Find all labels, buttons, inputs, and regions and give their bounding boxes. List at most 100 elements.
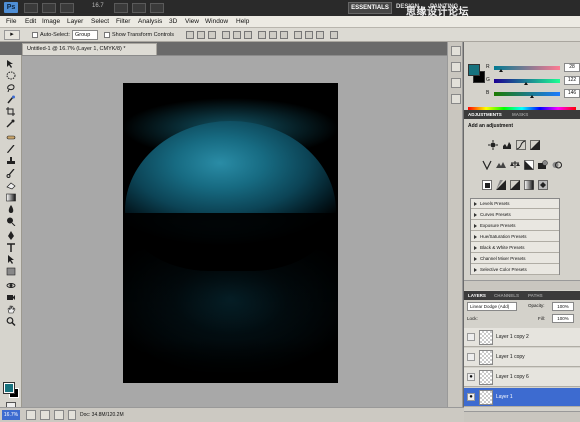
align-bottom-icon[interactable] bbox=[208, 31, 216, 39]
marquee-tool-icon[interactable] bbox=[6, 71, 16, 80]
align-right-icon[interactable] bbox=[244, 31, 252, 39]
eyedropper-tool-icon[interactable] bbox=[6, 119, 16, 128]
tab-adjustments[interactable]: ADJUSTMENTS bbox=[468, 112, 502, 117]
dodge-tool-icon[interactable] bbox=[6, 217, 16, 226]
menu-file[interactable]: File bbox=[6, 18, 16, 25]
dock-brush-icon[interactable] bbox=[451, 94, 461, 104]
auto-align-icon[interactable] bbox=[330, 31, 338, 39]
layer-row[interactable]: ● Layer 1 copy 6 bbox=[464, 368, 580, 387]
hand-tool-icon[interactable] bbox=[6, 305, 16, 314]
zoom-tool-icon[interactable] bbox=[6, 317, 16, 326]
pen-tool-icon[interactable] bbox=[6, 231, 16, 240]
color-balance-icon[interactable] bbox=[510, 160, 520, 170]
distribute-vcenter-icon[interactable] bbox=[269, 31, 277, 39]
arrange-documents-button[interactable] bbox=[150, 3, 164, 13]
dock-actions-icon[interactable] bbox=[451, 62, 461, 72]
menu-window[interactable]: Window bbox=[205, 18, 228, 25]
dock-history-icon[interactable] bbox=[451, 46, 461, 56]
distribute-top-icon[interactable] bbox=[258, 31, 266, 39]
status-icon-2[interactable] bbox=[40, 410, 50, 420]
distribute-bottom-icon[interactable] bbox=[280, 31, 288, 39]
show-transform-checkbox[interactable] bbox=[104, 32, 110, 38]
mini-bridge-button[interactable] bbox=[42, 3, 56, 13]
tab-channels[interactable]: CHANNELS bbox=[494, 293, 519, 298]
tab-paths[interactable]: PATHS bbox=[528, 293, 543, 298]
posterize-icon[interactable] bbox=[496, 180, 506, 190]
workspace-essentials[interactable]: ESSENTIALS bbox=[348, 2, 392, 14]
red-slider-thumb[interactable] bbox=[499, 69, 503, 72]
menu-3d[interactable]: 3D bbox=[169, 18, 177, 25]
shape-tool-icon[interactable] bbox=[6, 267, 16, 276]
menu-analysis[interactable]: Analysis bbox=[138, 18, 162, 25]
preset-channel-mixer[interactable]: Channel Mixer Presets bbox=[471, 254, 559, 264]
gradient-tool-icon[interactable] bbox=[6, 193, 16, 202]
tab-masks[interactable]: MASKS bbox=[512, 112, 528, 117]
type-tool-icon[interactable] bbox=[6, 243, 16, 252]
auto-select-dropdown[interactable]: Group bbox=[72, 30, 98, 40]
visibility-toggle[interactable] bbox=[467, 333, 475, 341]
preset-levels[interactable]: Levels Presets bbox=[471, 199, 559, 209]
layer-row[interactable]: Layer 1 copy 2 bbox=[464, 328, 580, 347]
fill-field[interactable]: 100% bbox=[552, 314, 574, 323]
move-tool-preset[interactable]: ▸ bbox=[4, 30, 20, 40]
preset-hue-saturation[interactable]: Hue/Saturation Presets bbox=[471, 232, 559, 242]
menu-view[interactable]: View bbox=[185, 18, 199, 25]
preset-black-white[interactable]: Black & White Presets bbox=[471, 243, 559, 253]
crop-tool-icon[interactable] bbox=[6, 107, 16, 116]
preset-curves[interactable]: Curves Presets bbox=[471, 210, 559, 220]
rotate-view-button[interactable] bbox=[132, 3, 146, 13]
extras-button[interactable] bbox=[60, 3, 74, 13]
distribute-right-icon[interactable] bbox=[316, 31, 324, 39]
status-menu-icon[interactable] bbox=[68, 410, 76, 420]
3d-camera-tool-icon[interactable] bbox=[6, 293, 16, 302]
preset-exposure[interactable]: Exposure Presets bbox=[471, 221, 559, 231]
eye-icon[interactable]: ● bbox=[467, 373, 475, 381]
align-vcenter-icon[interactable] bbox=[197, 31, 205, 39]
distribute-left-icon[interactable] bbox=[294, 31, 302, 39]
document-tab[interactable]: Untitled-1 @ 16.7% (Layer 1, CMYK/8) * bbox=[22, 43, 157, 55]
tab-layers[interactable]: LAYERS bbox=[468, 293, 486, 298]
align-left-icon[interactable] bbox=[222, 31, 230, 39]
curves-icon[interactable] bbox=[516, 140, 526, 150]
distribute-hcenter-icon[interactable] bbox=[305, 31, 313, 39]
menu-edit[interactable]: Edit bbox=[25, 18, 36, 25]
lasso-tool-icon[interactable] bbox=[6, 83, 16, 92]
hue-saturation-icon[interactable] bbox=[496, 160, 506, 170]
color-panel-fg-swatch[interactable] bbox=[468, 64, 480, 76]
red-value-field[interactable]: 28 bbox=[564, 63, 580, 72]
bridge-button[interactable] bbox=[24, 3, 38, 13]
opacity-field[interactable]: 100% bbox=[552, 302, 574, 311]
exposure-icon[interactable] bbox=[530, 140, 540, 150]
layer-row[interactable]: Layer 1 copy bbox=[464, 348, 580, 367]
canvas-image[interactable] bbox=[123, 83, 338, 383]
brightness-contrast-icon[interactable] bbox=[488, 140, 498, 150]
red-slider[interactable] bbox=[494, 66, 560, 70]
menu-filter[interactable]: Filter bbox=[116, 18, 130, 25]
foreground-color-swatch[interactable] bbox=[3, 382, 15, 394]
align-top-icon[interactable] bbox=[186, 31, 194, 39]
visibility-toggle[interactable] bbox=[467, 353, 475, 361]
green-value-field[interactable]: 122 bbox=[564, 76, 580, 85]
hand-tool-button[interactable] bbox=[114, 3, 128, 13]
channel-mixer-icon[interactable] bbox=[552, 160, 562, 170]
menu-layer[interactable]: Layer bbox=[67, 18, 83, 25]
3d-rotate-tool-icon[interactable] bbox=[6, 281, 16, 290]
document-workspace[interactable] bbox=[22, 55, 462, 407]
auto-select-checkbox[interactable] bbox=[32, 32, 38, 38]
status-zoom[interactable]: 16.7% bbox=[2, 410, 20, 420]
green-slider-thumb[interactable] bbox=[524, 82, 528, 85]
dock-info-icon[interactable] bbox=[451, 78, 461, 88]
clone-stamp-tool-icon[interactable] bbox=[6, 157, 16, 166]
preset-selective-color[interactable]: Selective Color Presets bbox=[471, 265, 559, 275]
menu-image[interactable]: Image bbox=[42, 18, 60, 25]
quick-select-tool-icon[interactable] bbox=[6, 95, 16, 104]
blend-mode-dropdown[interactable]: Linear Dodge (Add) bbox=[467, 302, 517, 311]
brush-tool-icon[interactable] bbox=[6, 145, 16, 154]
blue-slider-thumb[interactable] bbox=[530, 95, 534, 98]
eye-icon[interactable]: ● bbox=[467, 393, 475, 401]
zoom-level[interactable]: 16.7 bbox=[92, 3, 104, 9]
invert-icon[interactable] bbox=[482, 180, 492, 190]
history-brush-tool-icon[interactable] bbox=[6, 169, 16, 178]
vibrance-icon[interactable] bbox=[482, 160, 492, 170]
black-white-icon[interactable] bbox=[524, 160, 534, 170]
